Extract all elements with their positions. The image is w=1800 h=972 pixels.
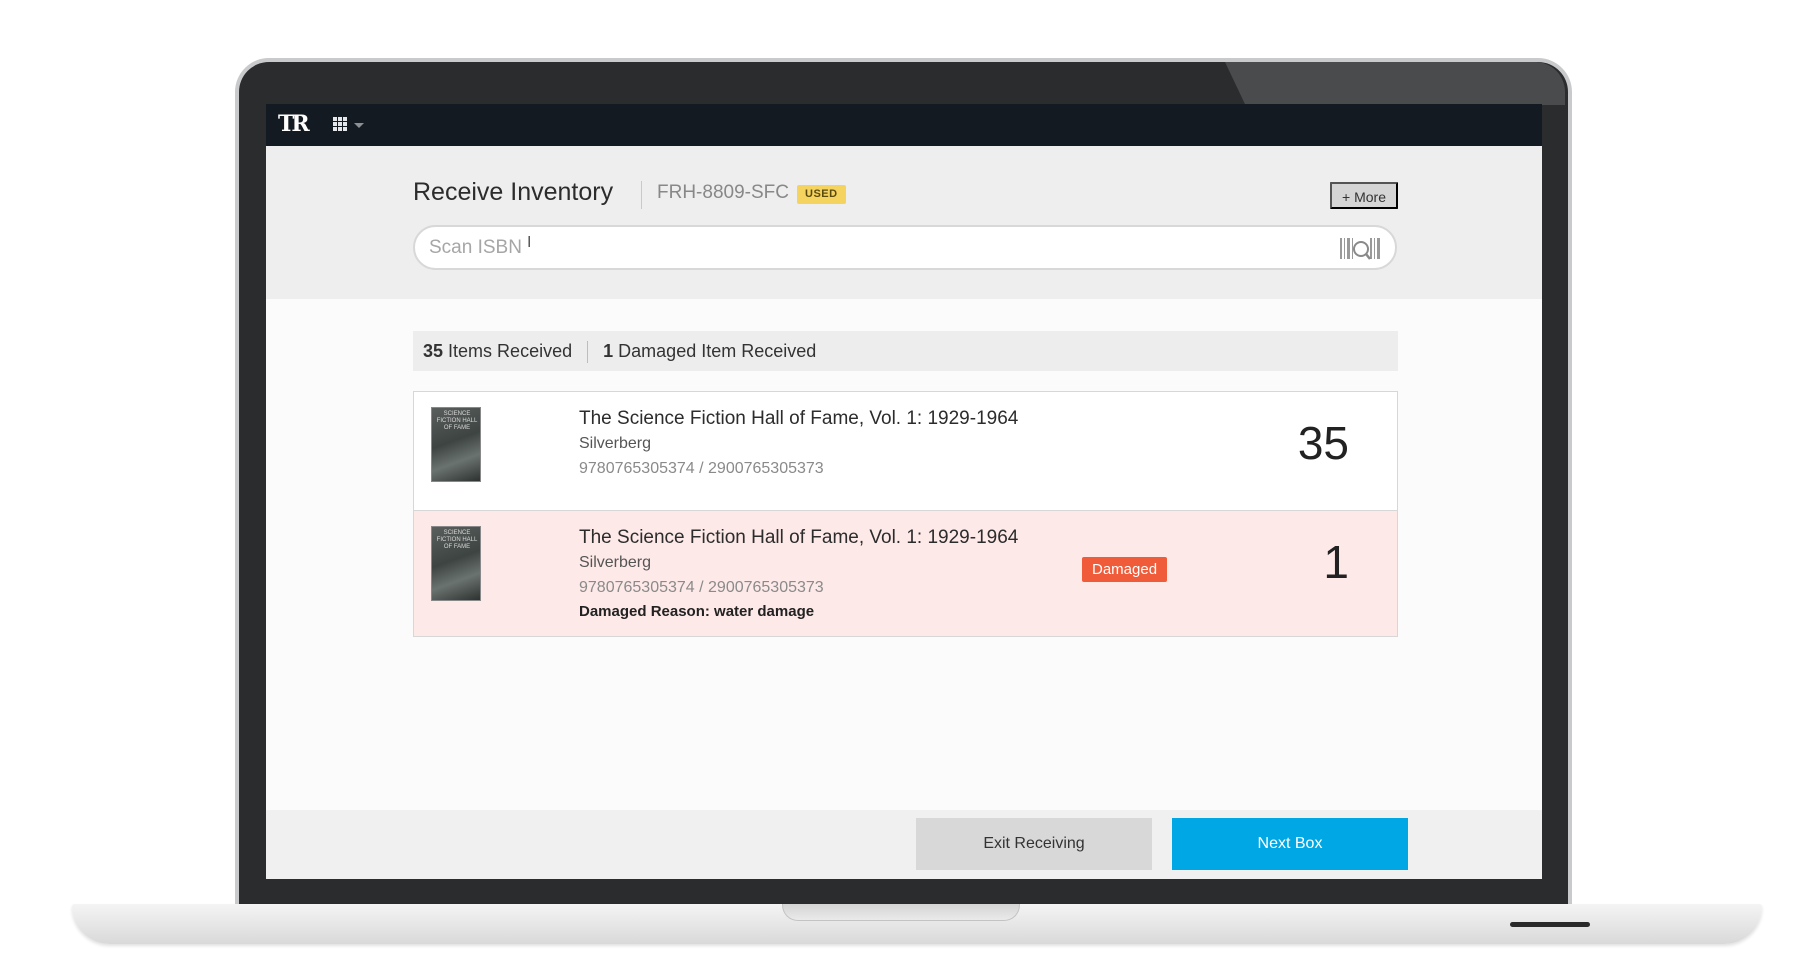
- more-button[interactable]: + More: [1330, 182, 1398, 209]
- list-item[interactable]: SCIENCE FICTION HALL OF FAME The Science…: [413, 391, 1398, 511]
- list-item[interactable]: SCIENCE FICTION HALL OF FAME The Science…: [413, 511, 1398, 637]
- footer-actions: Exit Receiving Next Box: [266, 810, 1542, 879]
- text-cursor-icon: I: [527, 234, 532, 251]
- received-label: Items Received: [448, 341, 573, 361]
- damaged-badge: Damaged: [1082, 557, 1168, 582]
- search-box[interactable]: I: [413, 225, 1397, 270]
- received-items-list: SCIENCE FICTION HALL OF FAME The Science…: [413, 391, 1398, 637]
- app-screen: TR Receive Inventory FRH-8809-SFC USED +…: [266, 104, 1542, 879]
- item-author: Silverberg: [579, 435, 652, 452]
- item-isbn: 9780765305374 / 2900765305373: [579, 579, 824, 596]
- page-header: Receive Inventory FRH-8809-SFC USED + Mo…: [266, 146, 1542, 299]
- scan-isbn-input[interactable]: [429, 234, 1329, 261]
- chevron-down-icon[interactable]: [354, 123, 364, 128]
- book-cover-image: SCIENCE FICTION HALL OF FAME: [431, 526, 481, 601]
- laptop-notch: [782, 904, 1020, 921]
- condition-badge: USED: [797, 185, 846, 204]
- cover-title: SCIENCE FICTION HALL OF FAME: [436, 411, 478, 431]
- exit-receiving-button[interactable]: Exit Receiving: [916, 818, 1152, 870]
- item-author: Silverberg: [579, 554, 652, 571]
- app-logo[interactable]: TR: [278, 111, 310, 137]
- cover-title: SCIENCE FICTION HALL OF FAME: [436, 530, 478, 550]
- grid-icon[interactable]: [333, 117, 347, 131]
- received-count: 35: [423, 341, 444, 361]
- item-quantity: 1: [1323, 536, 1349, 588]
- laptop-glare: [1225, 62, 1565, 105]
- title-divider: [641, 181, 642, 209]
- next-box-button[interactable]: Next Box: [1172, 818, 1408, 870]
- damaged-count: 1: [603, 341, 614, 361]
- receipt-summary: 35 Items Received 1 Damaged Item Receive…: [413, 331, 1398, 371]
- item-isbn: 9780765305374 / 2900765305373: [579, 460, 824, 477]
- top-navbar: TR: [266, 104, 1542, 146]
- summary-divider: [587, 341, 589, 364]
- sku-label: FRH-8809-SFC: [657, 182, 789, 203]
- laptop-foot: [1510, 922, 1590, 927]
- damaged-reason: Damaged Reason: water damage: [579, 603, 815, 620]
- book-cover-image: SCIENCE FICTION HALL OF FAME: [431, 407, 481, 482]
- barcode-scan-icon[interactable]: [1340, 236, 1382, 261]
- item-title: The Science Fiction Hall of Fame, Vol. 1…: [579, 408, 1019, 429]
- damaged-label: Damaged Item Received: [618, 341, 817, 361]
- page-title: Receive Inventory: [413, 178, 614, 206]
- item-quantity: 35: [1297, 417, 1349, 469]
- item-title: The Science Fiction Hall of Fame, Vol. 1…: [579, 527, 1019, 548]
